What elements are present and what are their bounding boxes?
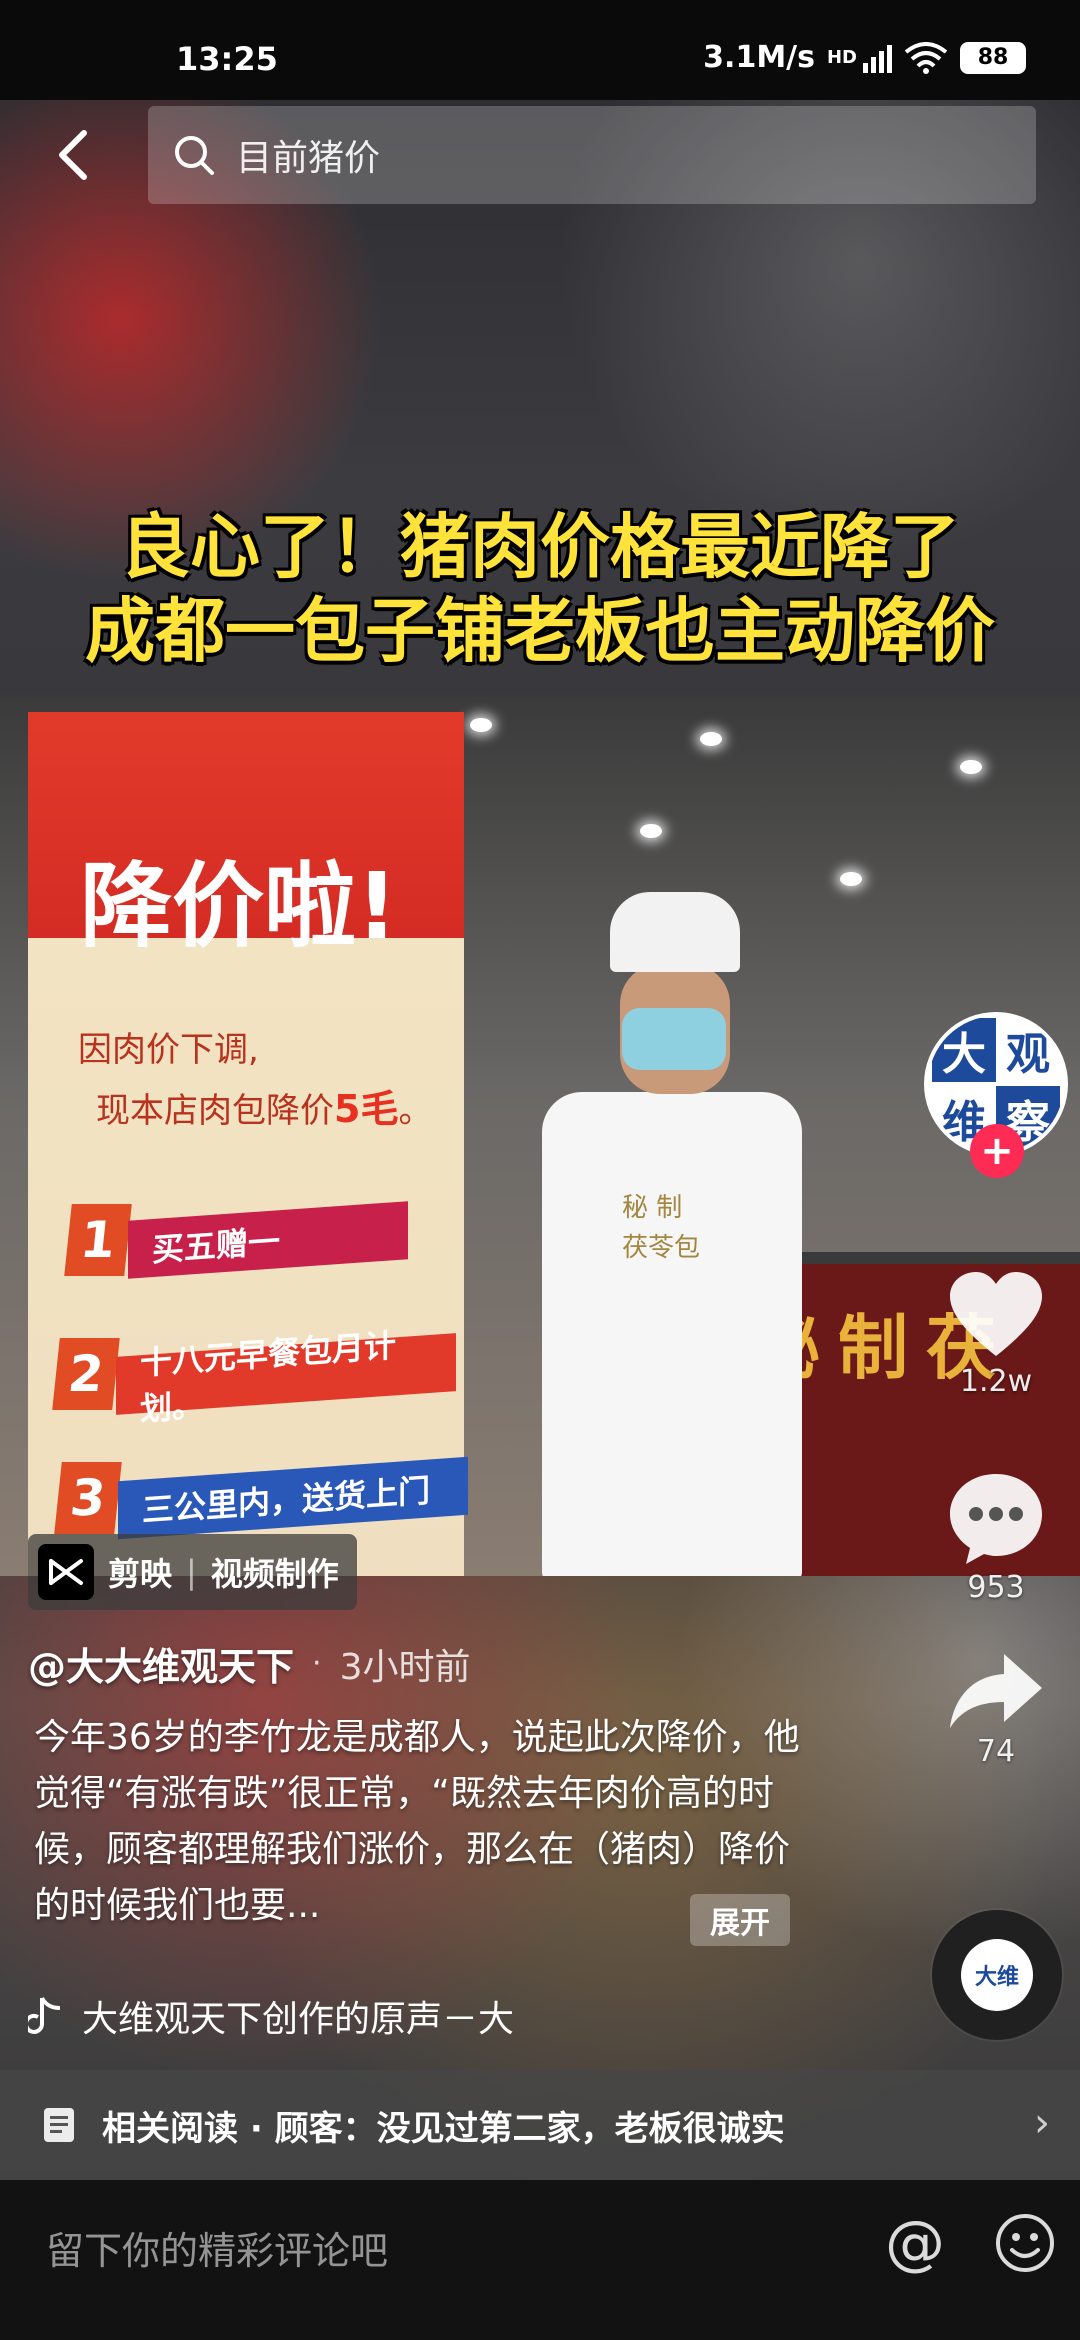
- related-reading-text: 相关阅读 · 顾客：没见过第二家，老板很诚实: [102, 2108, 785, 2149]
- capcut-app-name: 剪映: [108, 1555, 173, 1593]
- promo-number: 1: [64, 1204, 132, 1276]
- network-speed: 3.1M/s: [703, 40, 815, 75]
- signal-icon: [863, 43, 892, 73]
- music-note-icon: [28, 1996, 61, 2034]
- status-time: 13:25: [176, 40, 278, 78]
- banner-title: 降价啦!: [80, 853, 398, 960]
- share-icon: [950, 1654, 1042, 1728]
- promo-item: 1 买五赠一: [64, 1201, 408, 1279]
- back-arrow-icon: [59, 130, 87, 180]
- avatar-char: 观: [996, 1018, 1060, 1082]
- banner-subtitle-2: 现本店肉包降价5毛。: [96, 1078, 432, 1133]
- back-button[interactable]: [44, 120, 104, 190]
- ceiling-light: [640, 824, 662, 838]
- promo-banner: 降价啦! 因肉价下调, 现本店肉包降价5毛。 1 买五赠一 2 十八元早餐包月计…: [28, 712, 468, 1576]
- share-count: 74: [976, 1734, 1016, 1769]
- promo-number: 2: [52, 1338, 120, 1410]
- hd-badge: HD: [826, 47, 857, 68]
- banner-subtitle-1: 因肉价下调,: [78, 1030, 259, 1070]
- chef-mask: [622, 1008, 726, 1070]
- wifi-icon: [904, 41, 948, 74]
- promo-text: 三公里内，送货上门: [118, 1456, 468, 1540]
- music-row[interactable]: 大维观天下创作的原声－大: [28, 1990, 514, 2042]
- emoji-icon: [996, 2214, 1054, 2272]
- comment-bar: 留下你的精彩评论吧 @: [0, 2180, 1080, 2340]
- promo-item: 3 三公里内，送货上门: [54, 1456, 468, 1540]
- expand-button[interactable]: 展开: [690, 1894, 790, 1946]
- chef-uniform: [542, 1092, 802, 1576]
- ceiling-light: [470, 718, 492, 732]
- avatar-char: 大: [932, 1018, 996, 1082]
- ceiling-light: [960, 760, 982, 774]
- comment-icon: [950, 1474, 1042, 1564]
- chef-hat: [610, 892, 740, 972]
- promo-number: 3: [54, 1462, 122, 1534]
- share-button[interactable]: 74: [940, 1650, 1052, 1769]
- mention-button[interactable]: @: [880, 2208, 950, 2278]
- chevron-right-icon: ›: [1034, 2100, 1050, 2146]
- video-frame[interactable]: 秘制茯 降价啦! 因肉价下调, 现本店肉包降价5毛。 1 买五赠一 2 十八元早…: [0, 692, 1080, 1576]
- video-caption[interactable]: 今年36岁的李竹龙是成都人，说起此次降价，他觉得“有涨有跌”很正常，“既然去年肉…: [34, 1710, 804, 1934]
- author-avatar-button[interactable]: 大 观 维 察 +: [924, 1012, 1074, 1178]
- related-reading-bar[interactable]: 相关阅读 · 顾客：没见过第二家，老板很诚实 ›: [0, 2070, 1080, 2180]
- article-icon: [44, 2108, 74, 2142]
- apron-text-line-1: 秘 制: [622, 1193, 683, 1223]
- heart-icon: [950, 1272, 1042, 1356]
- headline-line-2: 成都一包子铺老板也主动降价: [85, 590, 995, 672]
- music-disc-button[interactable]: 大维: [932, 1910, 1062, 2040]
- disc-avatar-char: 维: [997, 1965, 1020, 1990]
- banner-price-cut: 5毛: [334, 1087, 399, 1131]
- banner-sub2-prefix: 现本店肉包降价: [96, 1091, 334, 1131]
- separator-dot: ·: [312, 1646, 322, 1681]
- follow-plus-icon[interactable]: +: [970, 1124, 1024, 1178]
- chef-figure: 秘 制 茯苓包: [512, 892, 892, 1576]
- ceiling-light: [700, 732, 722, 746]
- video-headline: 良心了！猪肉价格最近降了 成都一包子铺老板也主动降价: [0, 505, 1080, 673]
- author-row: @大大维观天下 · 3小时前: [28, 1636, 470, 1691]
- ceiling-light: [840, 872, 862, 886]
- promo-item: 2 十八元早餐包月计划。: [52, 1326, 456, 1428]
- at-icon: @: [885, 2208, 945, 2278]
- post-time: 3小时前: [339, 1646, 471, 1688]
- search-query: 目前猪价: [236, 138, 381, 179]
- apron-text-line-2: 茯苓包: [622, 1233, 701, 1263]
- promo-text: 买五赠一: [128, 1201, 408, 1279]
- capcut-divider: |: [186, 1553, 197, 1591]
- search-icon: [175, 136, 214, 175]
- comment-input[interactable]: 留下你的精彩评论吧: [46, 2220, 388, 2275]
- author-name[interactable]: @大大维观天下: [28, 1636, 294, 1691]
- status-bar: 13:25 3.1M/s HD 88: [0, 0, 1080, 100]
- search-input[interactable]: 目前猪价: [148, 106, 1036, 204]
- promo-text: 十八元早餐包月计划。: [116, 1326, 456, 1428]
- capcut-label: 视频制作: [210, 1555, 339, 1593]
- capcut-icon: [38, 1544, 94, 1600]
- banner-sub2-suffix: 。: [398, 1091, 433, 1131]
- comment-button[interactable]: 953: [940, 1470, 1052, 1605]
- like-button[interactable]: 1.2w: [940, 1270, 1052, 1399]
- capcut-watermark[interactable]: 剪映 | 视频制作: [28, 1534, 357, 1610]
- status-indicators: 3.1M/s HD 88: [703, 40, 1026, 75]
- apron-text: 秘 制 茯苓包: [622, 1188, 700, 1268]
- like-count: 1.2w: [959, 1364, 1033, 1399]
- battery-icon: 88: [960, 41, 1026, 74]
- comment-count: 953: [967, 1570, 1025, 1605]
- music-title: 大维观天下创作的原声－大: [82, 1999, 515, 2040]
- emoji-button[interactable]: [990, 2208, 1060, 2278]
- disc-avatar-char: 大: [974, 1965, 997, 1990]
- disc-avatar: 大维: [961, 1939, 1033, 2011]
- headline-line-1: 良心了！猪肉价格最近降了: [120, 506, 960, 588]
